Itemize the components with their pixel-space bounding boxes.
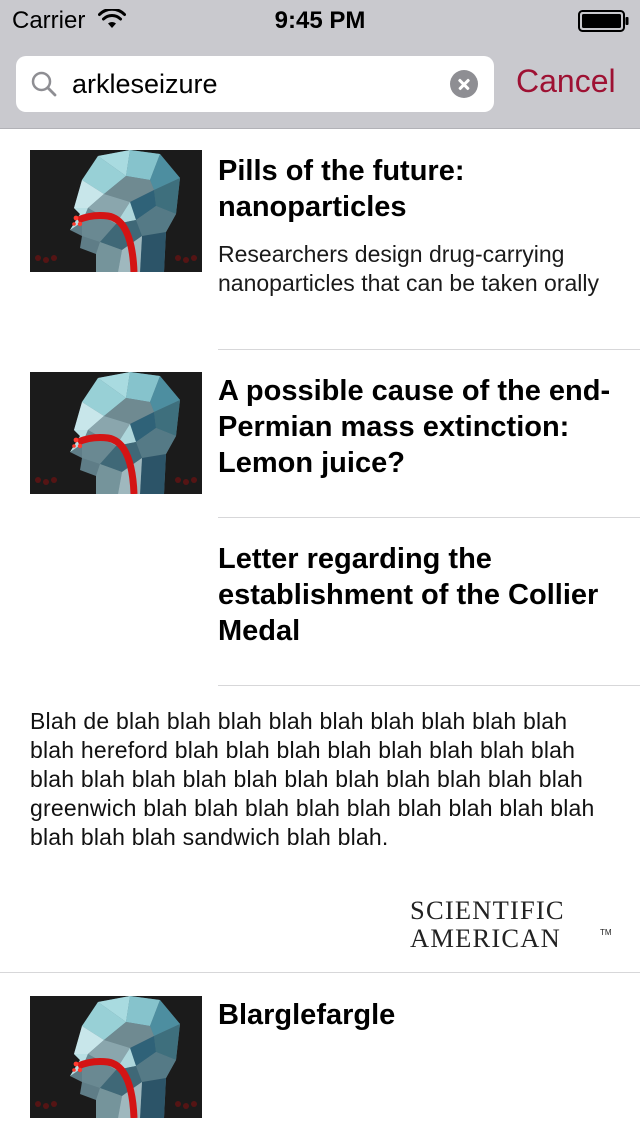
logo-line-1: SCIENTIFIC bbox=[410, 895, 565, 925]
cancel-button[interactable]: Cancel bbox=[516, 62, 616, 100]
article-description: Researchers design drug-carrying nanopar… bbox=[218, 241, 600, 296]
logo-line-2: AMERICAN bbox=[410, 923, 561, 953]
result-item[interactable]: Letter regarding the establishment of th… bbox=[0, 518, 640, 686]
promo-text: Blah de blah blah blah blah blah blah bl… bbox=[30, 708, 595, 850]
logo-trademark: TM bbox=[600, 928, 612, 937]
status-bar: Carrier 9:45 PM bbox=[0, 0, 640, 40]
result-item[interactable]: Blarglefargle bbox=[0, 973, 640, 1136]
article-title: Letter regarding the establishment of th… bbox=[218, 543, 599, 647]
search-query-text: arkleseizure bbox=[72, 69, 218, 99]
article-title: Pills of the future: nanoparticles bbox=[218, 155, 465, 223]
result-item[interactable]: Pills of the future: nanoparticles Resea… bbox=[0, 129, 640, 350]
article-thumbnail bbox=[30, 996, 202, 1118]
battery-icon bbox=[578, 10, 629, 32]
clear-icon[interactable] bbox=[450, 70, 478, 98]
scientific-american-logo: SCIENTIFIC AMERICAN TM bbox=[410, 895, 612, 953]
article-title: A possible cause of the end-Permian mass… bbox=[218, 375, 611, 479]
search-icon bbox=[31, 71, 57, 97]
article-thumbnail bbox=[30, 150, 202, 272]
result-item[interactable]: A possible cause of the end-Permian mass… bbox=[0, 350, 640, 518]
search-header: Carrier 9:45 PM arkleseizure Cancel bbox=[0, 0, 640, 129]
status-time: 9:45 PM bbox=[274, 7, 366, 34]
search-input[interactable]: arkleseizure bbox=[16, 56, 494, 112]
article-title: Blarglefargle bbox=[218, 999, 396, 1031]
row-divider bbox=[218, 685, 640, 686]
article-thumbnail bbox=[30, 372, 202, 494]
